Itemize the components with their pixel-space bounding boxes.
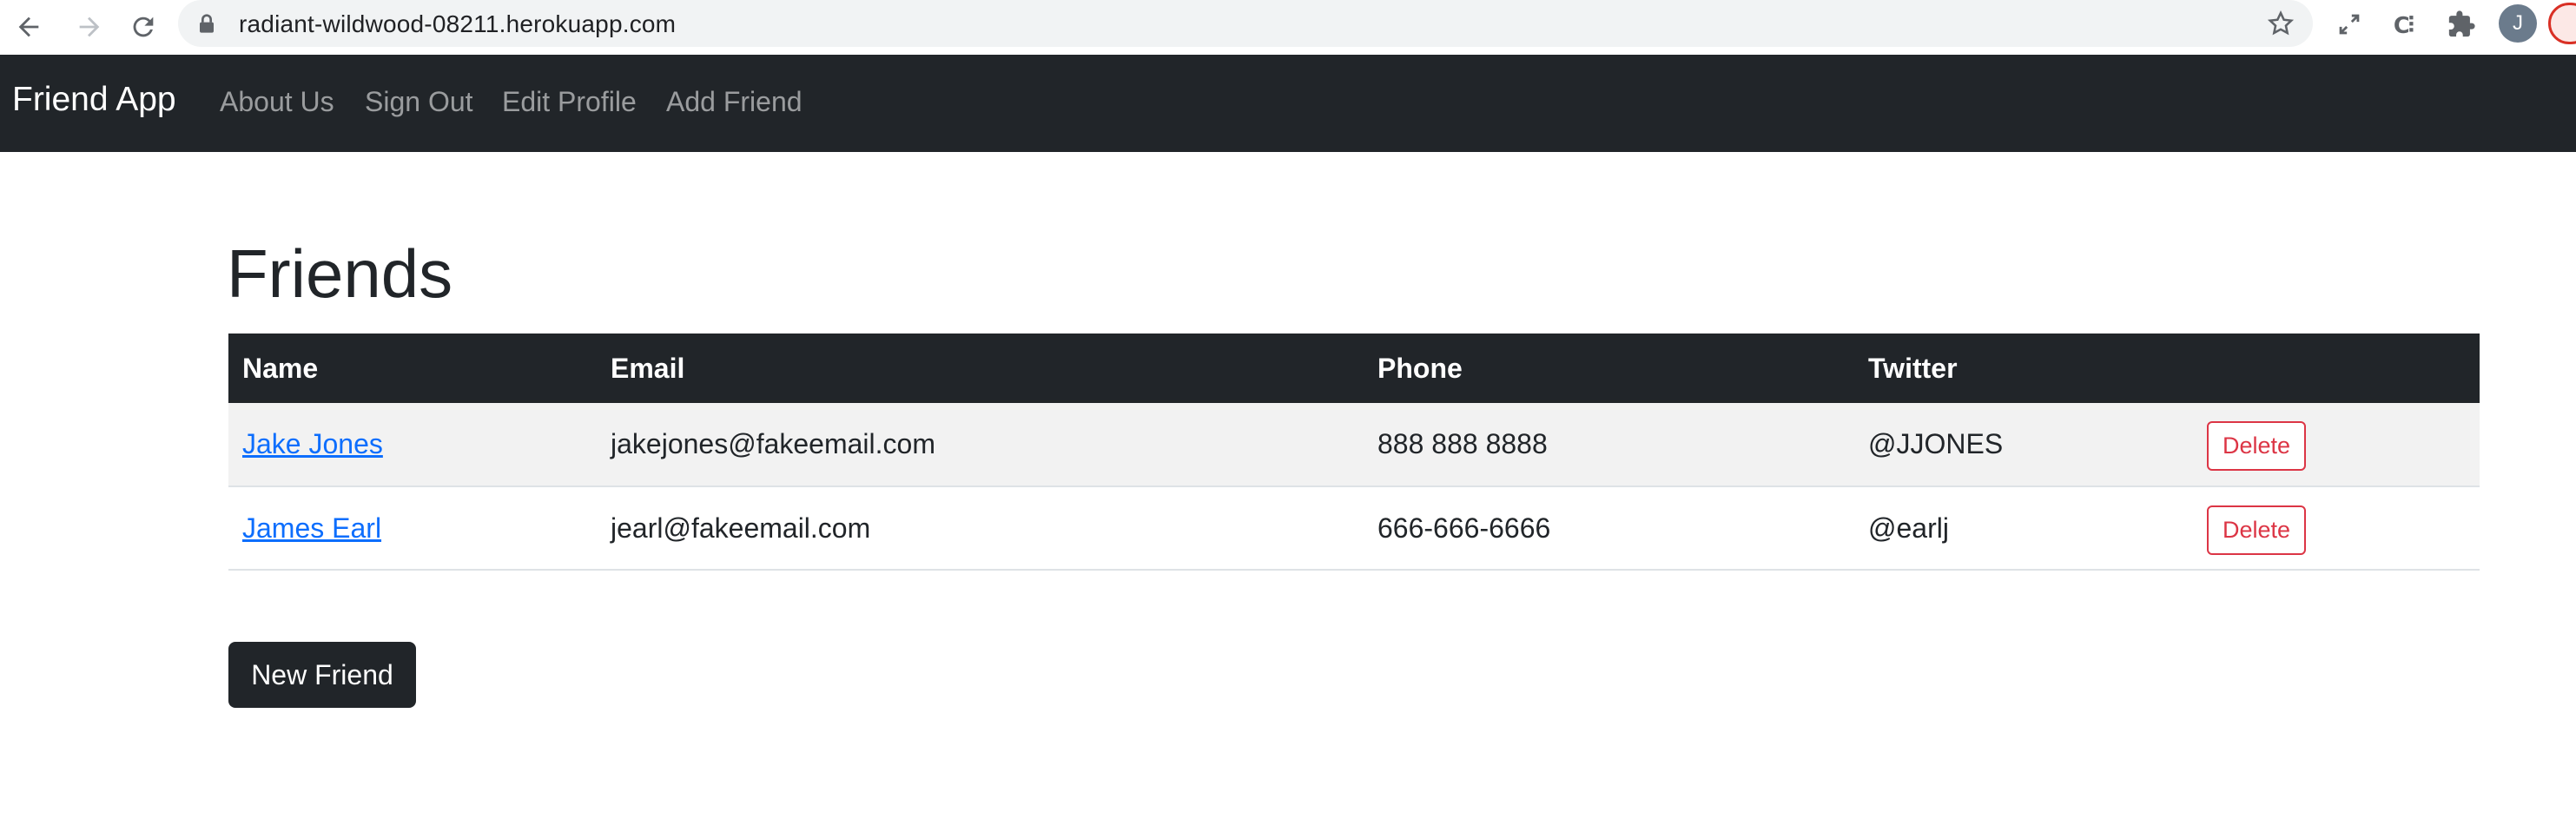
back-icon[interactable] [9,7,49,47]
lock-icon[interactable] [197,13,216,34]
friends-table: Name Email Phone Twitter Jake Jones jake… [228,334,2480,571]
cell-name: Jake Jones [228,403,597,487]
friend-name-link[interactable]: Jake Jones [242,428,383,459]
column-header-twitter: Twitter [1854,334,2193,403]
column-header-email: Email [597,334,1364,403]
page-title: Friends [227,235,453,312]
browser-toolbar: radiant-wildwood-08211.herokuapp.com C J [0,0,2576,55]
app-navbar: Friend App About Us Sign Out Edit Profil… [0,55,2576,152]
puzzle-icon[interactable] [2446,9,2477,40]
svg-text:C: C [2394,13,2410,39]
column-header-name: Name [228,334,597,403]
cell-actions: Delete [2193,486,2480,571]
cell-email: jakejones@fakeemail.com [597,403,1364,487]
nav-link-add-friend[interactable]: Add Friend [666,86,803,118]
star-icon[interactable] [2266,9,2295,38]
nav-link-sign-out[interactable]: Sign Out [365,86,473,118]
cell-phone: 888 888 8888 [1364,403,1854,487]
cell-email: jearl@fakeemail.com [597,486,1364,571]
column-header-phone: Phone [1364,334,1854,403]
cell-twitter: @earlj [1854,486,2193,571]
profile-avatar[interactable]: J [2499,4,2537,43]
extension-icon[interactable]: C [2390,9,2421,40]
delete-button[interactable]: Delete [2207,421,2307,471]
table-header-row: Name Email Phone Twitter [228,334,2480,403]
cell-name: James Earl [228,486,597,571]
cell-actions: Delete [2193,403,2480,487]
delete-button[interactable]: Delete [2207,505,2307,555]
table-row: Jake Jones jakejones@fakeemail.com 888 8… [228,403,2480,487]
nav-link-edit-profile[interactable]: Edit Profile [502,86,637,118]
table-row: James Earl jearl@fakeemail.com 666-666-6… [228,486,2480,571]
url-text[interactable]: radiant-wildwood-08211.herokuapp.com [239,10,676,38]
profile-menu-button[interactable] [2548,3,2576,44]
cell-phone: 666-666-6666 [1364,486,1854,571]
reload-icon[interactable] [123,7,163,47]
friend-name-link[interactable]: James Earl [242,512,381,544]
column-header-actions [2193,334,2480,403]
fullscreen-icon[interactable] [2334,9,2365,40]
new-friend-button[interactable]: New Friend [228,642,416,708]
nav-link-about-us[interactable]: About Us [220,86,334,118]
address-bar[interactable]: radiant-wildwood-08211.herokuapp.com [178,0,2313,47]
brand-link[interactable]: Friend App [12,81,176,119]
cell-twitter: @JJONES [1854,403,2193,487]
forward-icon[interactable] [69,7,109,47]
